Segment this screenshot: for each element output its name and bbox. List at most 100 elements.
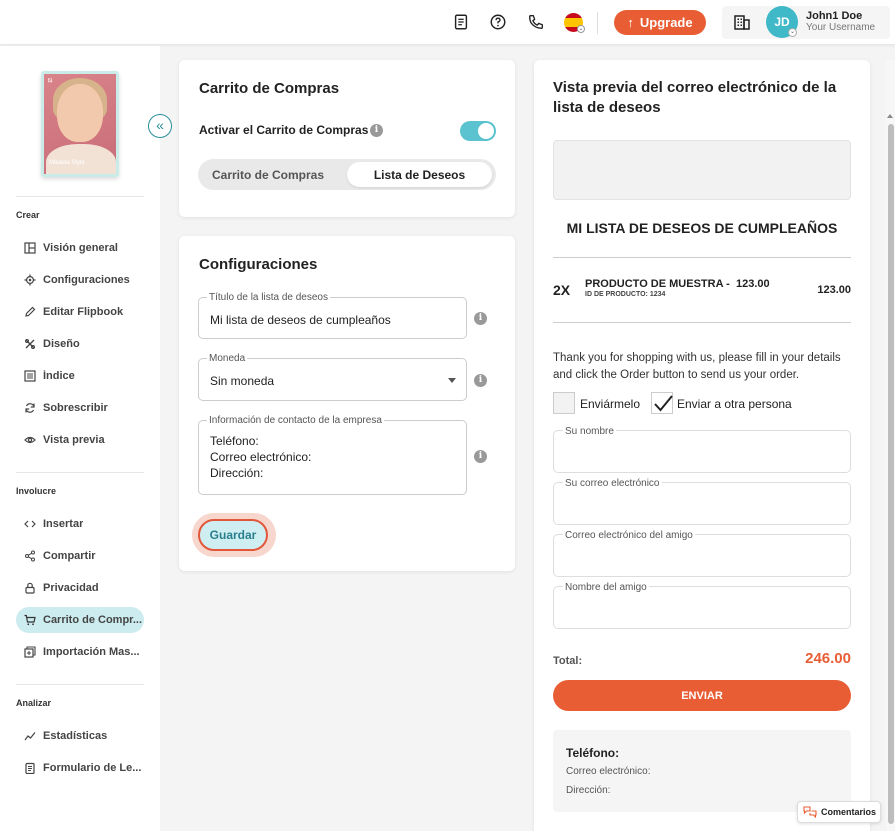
sidebar-item-label: Privacidad [43,582,99,594]
cart-mode-tabs: Carrito de Compras Lista de Deseos [198,159,496,190]
company-contact-field[interactable]: Información de contacto de la empresa Te… [198,415,467,495]
divider [597,12,598,34]
product-name: PRODUCTO DE MUESTRA - 123.00 [585,278,770,290]
lock-icon [25,582,35,594]
product-price: 123.00 [735,278,770,290]
help-icon[interactable] [488,12,508,32]
sidebar-item-label: Diseño [43,338,80,350]
flipbook-cover-thumbnail[interactable]: ⧅ Mikaela Style [41,71,119,177]
share-icon [25,550,35,562]
feedback-icon [803,806,817,818]
scrollbar-thumb[interactable] [888,124,894,824]
chart-icon [24,732,36,741]
collapse-sidebar-button[interactable]: « [148,114,172,138]
info-icon[interactable]: i [370,124,383,137]
card-title: Configuraciones [199,256,318,273]
sidebar-item-preview[interactable]: Vista previa [16,427,144,453]
sidebar-item-settings[interactable]: Configuraciones [16,267,144,293]
enable-cart-toggle[interactable] [460,121,496,141]
currency-select[interactable]: Moneda Sin moneda [198,353,467,401]
cover-logo-icon: ⧅ [48,77,53,84]
field-label: Moneda [207,353,248,364]
field-label: Título de la lista de deseos [207,292,330,303]
divider [553,257,851,258]
contact-address: Dirección: [566,785,611,796]
email-preview-card: Vista previa del correo electrónico de l… [534,60,870,831]
document-icon[interactable] [451,12,471,32]
send-button[interactable]: ENVIAR [553,680,851,711]
field-label: Correo electrónico del amigo [563,530,695,541]
contact-info-box: Teléfono: Correo electrónico: Dirección: [553,730,851,812]
import-icon [24,646,36,658]
info-icon[interactable]: i [474,312,487,325]
chevron-down-icon: ⌄ [788,28,797,37]
your-name-input[interactable]: Su nombre [553,426,851,473]
design-tools-icon [25,339,35,349]
field-value-line: Dirección: [210,466,264,480]
send-to-other-checkbox[interactable] [651,392,673,414]
field-value-line: Teléfono: [210,434,259,448]
layout-icon [24,242,36,254]
send-to-me-checkbox[interactable] [553,392,575,414]
checkmark-icon [654,395,673,412]
sidebar-item-label: Importación Mas... [43,646,140,658]
send-to-other-label: Enviar a otra persona [677,397,792,411]
sidebar-item-shopping-cart[interactable]: Carrito de Compr... [16,607,144,633]
save-button[interactable]: Guardar [198,519,268,551]
tab-wishlist[interactable]: Lista de Deseos [347,162,492,187]
friend-email-input[interactable]: Correo electrónico del amigo [553,530,851,577]
divider [16,196,144,197]
sidebar-item-bulk-import[interactable]: Importación Mas... [16,639,144,665]
wishlist-title-field[interactable]: Título de la lista de deseos Mi lista de… [198,292,467,339]
scroll-up-icon[interactable] [887,114,893,118]
sidebar-item-statistics[interactable]: Estadísticas [16,723,144,749]
code-icon [24,520,36,528]
sidebar-item-edit-flipbook[interactable]: Editar Flipbook [16,299,144,325]
sidebar: ⧅ Mikaela Style Crear Visión general Con… [0,46,160,831]
product-id: ID DE PRODUCTO: 1234 [585,291,666,298]
list-icon [24,370,36,382]
upgrade-label: Upgrade [639,15,693,30]
feedback-button[interactable]: Comentarios [797,801,881,823]
info-icon[interactable]: i [474,374,487,387]
building-icon[interactable] [733,13,751,31]
user-username: Your Username [806,22,876,33]
sidebar-item-share[interactable]: Compartir [16,543,144,569]
sidebar-item-privacy[interactable]: Privacidad [16,575,144,601]
sidebar-item-label: Vista previa [43,434,105,446]
sidebar-item-embed[interactable]: Insertar [16,511,144,537]
tab-shopping-cart[interactable]: Carrito de Compras [202,162,334,187]
sidebar-item-design[interactable]: Diseño [16,331,144,357]
field-label: Información de contacto de la empresa [207,415,384,426]
field-label: Su nombre [563,426,616,437]
sidebar-item-lead-form[interactable]: Formulario de Le... [16,755,144,781]
sidebar-item-label: Sobrescribir [43,402,108,414]
sidebar-item-label: Índice [43,370,75,382]
info-icon[interactable]: i [474,450,487,463]
cart-icon [24,614,36,626]
field-value-line: Correo electrónico: [210,450,312,464]
toggle-label: Activar el Carrito de Compras [199,123,369,137]
user-name: John1 Doe [806,10,863,22]
field-value: Sin moneda [210,374,275,388]
phone-icon[interactable] [526,12,546,32]
eye-icon [24,436,36,444]
form-icon [25,762,35,774]
preview-title: Vista previa del correo electrónico de l… [553,79,837,116]
sidebar-item-overwrite[interactable]: Sobrescribir [16,395,144,421]
sidebar-item-overview[interactable]: Visión general [16,235,144,261]
item-quantity: 2X [553,282,571,298]
field-value: Mi lista de deseos de cumpleaños [210,313,391,327]
line-total: 123.00 [817,284,851,296]
divider [553,322,851,323]
send-to-me-label: Enviármelo [580,397,641,411]
field-label: Nombre del amigo [563,582,649,593]
sidebar-item-index[interactable]: Índice [16,363,144,389]
friend-name-input[interactable]: Nombre del amigo [553,582,851,629]
your-email-input[interactable]: Su correo electrónico [553,478,851,525]
cover-text: Mikaela Style [49,160,85,166]
section-label-crear: Crear [16,210,40,220]
thanks-message: Thank you for shopping with us, please f… [553,352,841,381]
sidebar-item-label: Visión general [43,242,118,254]
upgrade-button[interactable]: ↑ Upgrade [614,10,706,35]
